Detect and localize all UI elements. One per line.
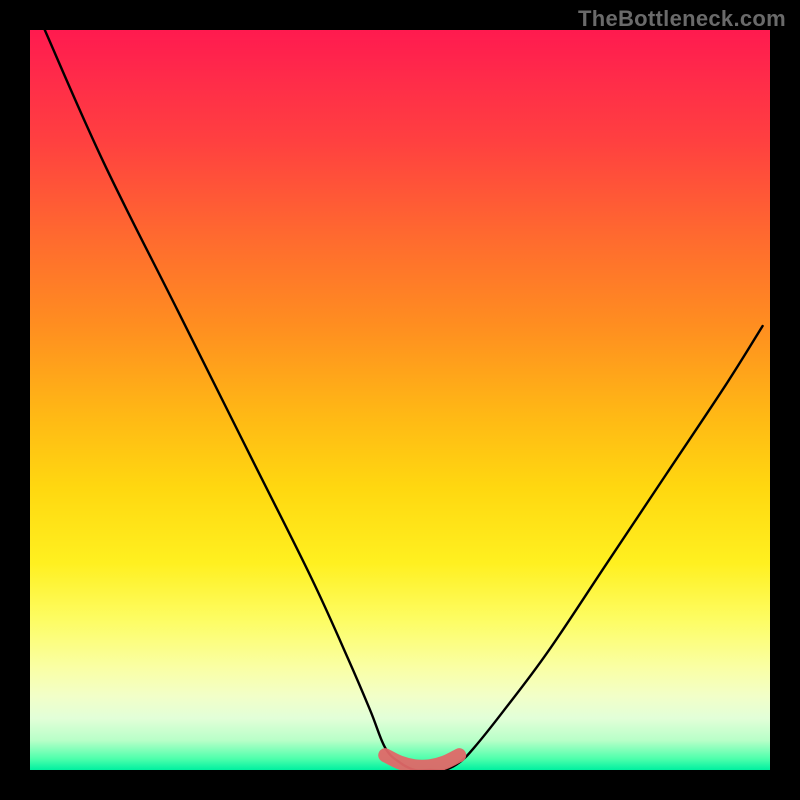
chart-gradient-bg xyxy=(30,30,770,770)
plot-area xyxy=(30,30,770,770)
chart-stage: TheBottleneck.com xyxy=(0,0,800,800)
watermark-label: TheBottleneck.com xyxy=(578,6,786,32)
